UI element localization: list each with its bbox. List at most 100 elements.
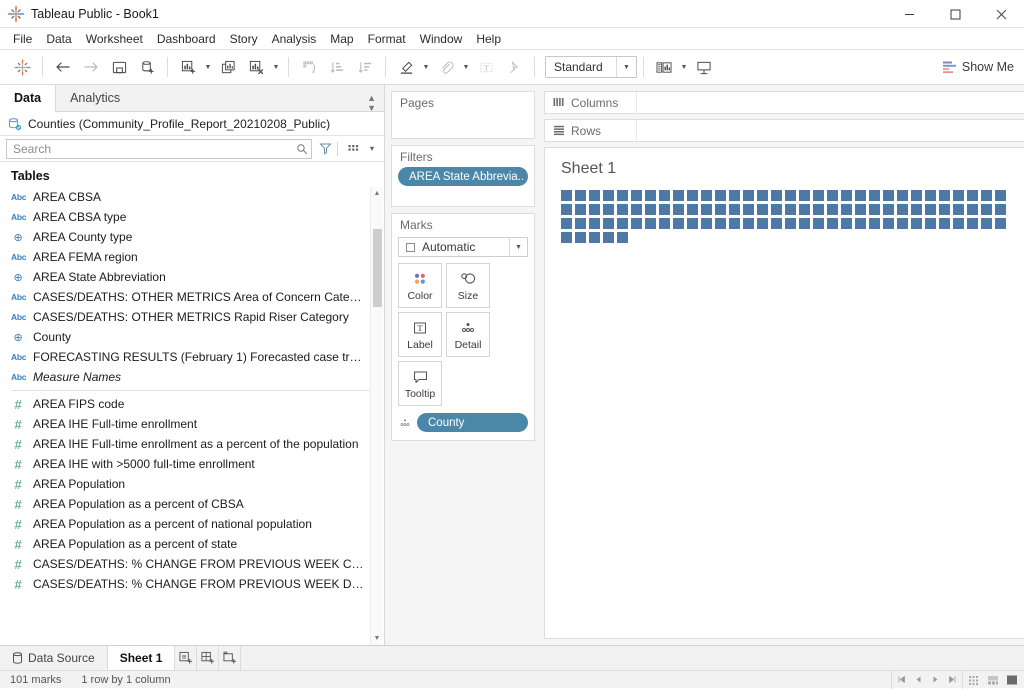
mark-square[interactable] — [603, 232, 614, 243]
field-list-item[interactable]: Abc CASES/DEATHS: OTHER METRICS Area of C… — [0, 287, 368, 307]
grid-view-icon[interactable] — [343, 139, 363, 159]
mark-square[interactable] — [659, 190, 670, 201]
field-list-item[interactable]: # AREA Population — [0, 474, 368, 494]
menu-item-story[interactable]: Story — [223, 30, 265, 48]
mark-square[interactable] — [603, 190, 614, 201]
filters-shelf-drop[interactable]: AREA State Abbrevia.. — [392, 167, 534, 192]
fix-axes-icon[interactable] — [501, 55, 527, 79]
mark-type-select[interactable]: Automatic ▼ — [398, 237, 528, 257]
sort-descending-icon[interactable] — [352, 55, 378, 79]
menu-item-file[interactable]: File — [6, 30, 39, 48]
mark-square[interactable] — [995, 190, 1006, 201]
minimize-button[interactable] — [886, 0, 932, 28]
maximize-button[interactable] — [932, 0, 978, 28]
mark-square[interactable] — [771, 190, 782, 201]
clear-sheet-icon[interactable] — [243, 55, 269, 79]
presentation-mode-icon[interactable] — [691, 55, 717, 79]
mark-square[interactable] — [575, 204, 586, 215]
swap-rows-columns-icon[interactable] — [296, 55, 322, 79]
view-mode-split-icon[interactable] — [984, 673, 1001, 687]
mark-square[interactable] — [561, 204, 572, 215]
mark-square[interactable] — [995, 204, 1006, 215]
mark-square[interactable] — [659, 218, 670, 229]
mark-square[interactable] — [561, 218, 572, 229]
pages-shelf-drop[interactable] — [392, 113, 534, 119]
marks-size-button[interactable]: Size — [446, 263, 490, 308]
field-list-item[interactable]: Abc AREA FEMA region — [0, 247, 368, 267]
mark-square[interactable] — [645, 204, 656, 215]
mark-square[interactable] — [715, 204, 726, 215]
mark-square[interactable] — [953, 190, 964, 201]
marks-color-button[interactable]: Color — [398, 263, 442, 308]
field-list-item[interactable]: ⊕ AREA County type — [0, 227, 368, 247]
mark-square[interactable] — [589, 204, 600, 215]
mark-square[interactable] — [869, 204, 880, 215]
filter-pill-area-state-abbreviation[interactable]: AREA State Abbrevia.. — [398, 167, 528, 186]
mark-square[interactable] — [981, 218, 992, 229]
mark-square[interactable] — [575, 218, 586, 229]
mark-square[interactable] — [869, 218, 880, 229]
mark-square[interactable] — [589, 190, 600, 201]
show-hide-cards-icon[interactable] — [651, 55, 677, 79]
mark-square[interactable] — [911, 190, 922, 201]
duplicate-sheet-icon[interactable] — [215, 55, 241, 79]
mark-square[interactable] — [827, 218, 838, 229]
mark-square[interactable] — [883, 190, 894, 201]
mark-square[interactable] — [589, 232, 600, 243]
mark-square[interactable] — [953, 204, 964, 215]
field-list-item[interactable]: # AREA Population as a percent of state — [0, 534, 368, 554]
field-list-item[interactable]: # AREA Population as a percent of nationa… — [0, 514, 368, 534]
menu-item-map[interactable]: Map — [323, 30, 360, 48]
nav-next-button[interactable] — [928, 673, 943, 687]
group-dropdown-caret[interactable]: ▼ — [460, 55, 472, 79]
mark-square[interactable] — [911, 218, 922, 229]
mark-square[interactable] — [813, 190, 824, 201]
field-list-item[interactable]: # CASES/DEATHS: % CHANGE FROM PREVIOUS WE… — [0, 554, 368, 574]
mark-square[interactable] — [757, 204, 768, 215]
highlight-dropdown-caret[interactable]: ▼ — [420, 55, 432, 79]
mark-square[interactable] — [603, 204, 614, 215]
clear-sheet-dropdown-caret[interactable]: ▼ — [270, 55, 282, 79]
mark-square[interactable] — [743, 218, 754, 229]
tableau-home-icon[interactable] — [9, 55, 35, 79]
tab-data[interactable]: Data — [0, 85, 57, 112]
field-list-item[interactable]: Abc CASES/DEATHS: OTHER METRICS Rapid Ris… — [0, 307, 368, 327]
view-mode-full-icon[interactable] — [1003, 673, 1020, 687]
mark-square[interactable] — [701, 204, 712, 215]
view-mode-grid-icon[interactable] — [965, 673, 982, 687]
new-worksheet-icon[interactable] — [175, 55, 201, 79]
mark-square[interactable] — [841, 204, 852, 215]
mark-square[interactable] — [911, 204, 922, 215]
mark-square[interactable] — [855, 190, 866, 201]
mark-square[interactable] — [785, 190, 796, 201]
mark-square[interactable] — [659, 204, 670, 215]
mark-type-caret[interactable]: ▼ — [509, 238, 527, 256]
field-list-item[interactable]: # AREA FIPS code — [0, 394, 368, 414]
mark-square[interactable] — [743, 190, 754, 201]
show-hide-cards-caret[interactable]: ▼ — [678, 55, 690, 79]
new-worksheet-dropdown-caret[interactable]: ▼ — [202, 55, 214, 79]
mark-square[interactable] — [981, 204, 992, 215]
menu-item-window[interactable]: Window — [413, 30, 470, 48]
mark-square[interactable] — [967, 204, 978, 215]
mark-square[interactable] — [897, 204, 908, 215]
mark-square[interactable] — [939, 204, 950, 215]
mark-square[interactable] — [897, 218, 908, 229]
close-button[interactable] — [978, 0, 1024, 28]
mark-square[interactable] — [673, 204, 684, 215]
highlight-icon[interactable] — [393, 55, 419, 79]
mark-square[interactable] — [729, 204, 740, 215]
mark-square[interactable] — [785, 218, 796, 229]
mark-square[interactable] — [967, 218, 978, 229]
mark-square[interactable] — [799, 190, 810, 201]
data-source-row[interactable]: Counties (Community_Profile_Report_20210… — [0, 112, 384, 136]
field-list-item[interactable]: ⊕ AREA State Abbreviation — [0, 267, 368, 287]
field-list-item[interactable]: Abc AREA CBSA type — [0, 207, 368, 227]
search-input-wrap[interactable] — [6, 138, 312, 159]
worksheet-canvas[interactable]: Sheet 1 — [544, 147, 1024, 639]
show-mark-labels-icon[interactable]: T — [473, 55, 499, 79]
field-list-item[interactable]: Abc FORECASTING RESULTS (February 1) Fore… — [0, 347, 368, 367]
mark-square[interactable] — [813, 218, 824, 229]
mark-square[interactable] — [645, 190, 656, 201]
funnel-icon[interactable] — [315, 139, 335, 159]
